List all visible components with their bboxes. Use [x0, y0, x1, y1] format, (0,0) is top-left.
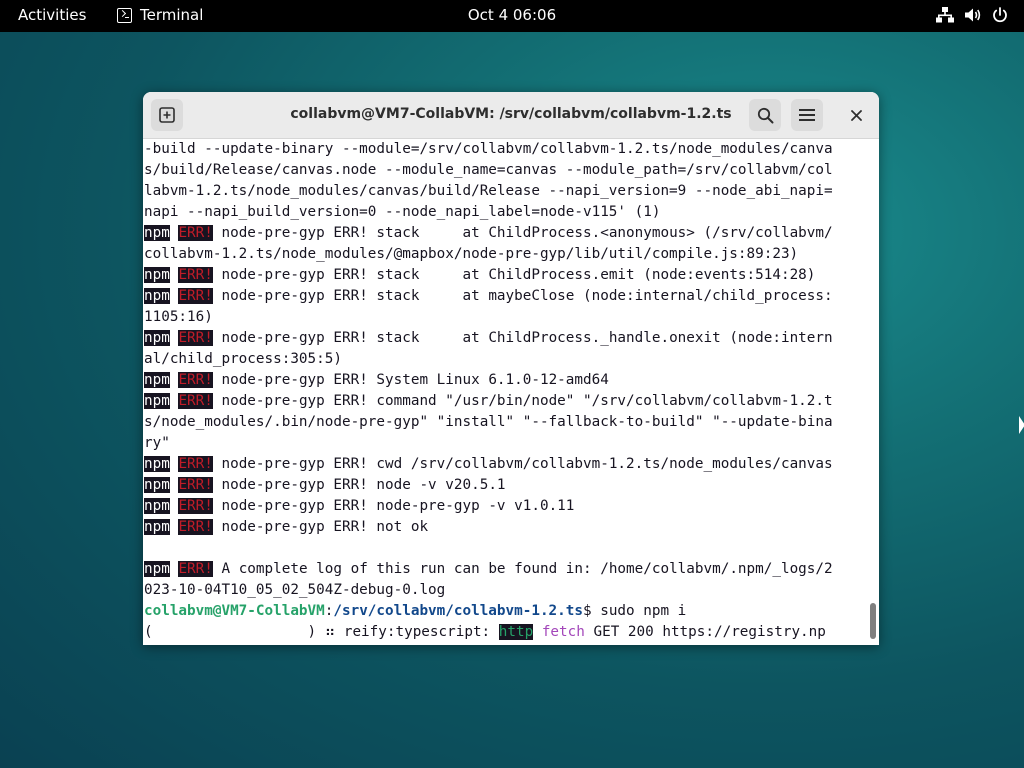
- line-text: node-pre-gyp ERR! stack at ChildProcess.…: [212, 330, 833, 346]
- npm-tag: npm: [144, 519, 170, 535]
- terminal-line: ( ) ⠶ reify:typescript: http fetch GET 2…: [144, 622, 864, 643]
- err-tag: ERR!: [178, 561, 213, 577]
- terminal-line: collabvm@VM7-CollabVM:/srv/collabvm/coll…: [144, 601, 864, 622]
- terminal-line: s/build/Release/canvas.node --module_nam…: [144, 162, 833, 178]
- terminal-output[interactable]: -build --update-binary --module=/srv/col…: [144, 139, 864, 645]
- terminal-line: npm ERR! node-pre-gyp ERR! node -v v20.5…: [144, 475, 864, 496]
- terminal-scrollbar[interactable]: [867, 139, 879, 645]
- terminal-line: npm ERR! node-pre-gyp ERR! System Linux …: [144, 370, 864, 391]
- terminal-line: npm ERR! node-pre-gyp ERR! stack at Chil…: [144, 223, 864, 244]
- err-tag: ERR!: [178, 519, 213, 535]
- close-button[interactable]: [840, 99, 872, 131]
- npm-tag: npm: [144, 267, 170, 283]
- terminal-line: npm ERR! A complete log of this run can …: [144, 559, 864, 580]
- search-icon: [757, 107, 773, 123]
- prompt-user: collabvm@VM7-CollabVM: [144, 603, 325, 619]
- progress-text: GET 200 https://registry.np: [584, 624, 826, 640]
- volume-icon[interactable]: [964, 7, 982, 23]
- line-text: node-pre-gyp ERR! node -v v20.5.1: [212, 477, 506, 493]
- terminal-line: npm ERR! node-pre-gyp ERR! stack at Chil…: [144, 328, 864, 349]
- terminal-line: collabvm-1.2.ts/node_modules/@mapbox/nod…: [144, 246, 799, 262]
- err-tag: ERR!: [178, 393, 213, 409]
- fetch-label: fetch: [541, 624, 585, 640]
- terminal-line: al/child_process:305:5): [144, 351, 342, 367]
- hamburger-menu-icon: [799, 109, 815, 121]
- npm-tag: npm: [144, 561, 170, 577]
- err-tag: ERR!: [178, 267, 213, 283]
- top-bar: Activities Terminal Oct 4 06:06: [0, 0, 1024, 32]
- line-text: node-pre-gyp ERR! stack at ChildProcess.…: [212, 225, 833, 241]
- progress-prefix: ( ) ⠶ reify:typescript:: [144, 624, 499, 640]
- terminal-line: labvm-1.2.ts/node_modules/canvas/build/R…: [144, 183, 833, 199]
- http-tag: http: [498, 624, 534, 640]
- npm-tag: npm: [144, 477, 170, 493]
- err-tag: ERR!: [178, 498, 213, 514]
- npm-tag: npm: [144, 330, 170, 346]
- npm-tag: npm: [144, 372, 170, 388]
- terminal-line: ry": [144, 435, 170, 451]
- scrollbar-thumb[interactable]: [870, 603, 876, 639]
- line-text: node-pre-gyp ERR! stack at maybeClose (n…: [212, 288, 833, 304]
- err-tag: ERR!: [178, 288, 213, 304]
- terminal-line: 023-10-04T10_05_02_504Z-debug-0.log: [144, 582, 446, 598]
- terminal-line: npm ERR! node-pre-gyp ERR! node-pre-gyp …: [144, 496, 864, 517]
- terminal-line: 1105:16): [144, 309, 213, 325]
- title-bar[interactable]: collabvm@VM7-CollabVM: /srv/collabvm/col…: [143, 92, 879, 139]
- line-text: node-pre-gyp ERR! command "/usr/bin/node…: [212, 393, 833, 409]
- prompt-path: /srv/collabvm/collabvm-1.2.ts: [333, 603, 583, 619]
- line-text: node-pre-gyp ERR! node-pre-gyp -v v1.0.1…: [212, 498, 575, 514]
- network-icon[interactable]: [936, 7, 954, 23]
- clock[interactable]: Oct 4 06:06: [0, 6, 1024, 24]
- npm-tag: npm: [144, 498, 170, 514]
- err-tag: ERR!: [178, 372, 213, 388]
- prompt-command: $ sudo npm i: [583, 603, 687, 619]
- err-tag: ERR!: [178, 477, 213, 493]
- terminal-window: collabvm@VM7-CollabVM: /srv/collabvm/col…: [143, 92, 879, 645]
- terminal-line: s/node_modules/.bin/node-pre-gyp" "insta…: [144, 414, 833, 430]
- line-text: node-pre-gyp ERR! cwd /srv/collabvm/coll…: [212, 456, 833, 472]
- menu-button[interactable]: [791, 99, 823, 131]
- system-tray[interactable]: [936, 7, 1008, 23]
- line-text: node-pre-gyp ERR! stack at ChildProcess.…: [212, 267, 816, 283]
- err-tag: ERR!: [178, 456, 213, 472]
- err-tag: ERR!: [178, 330, 213, 346]
- terminal-line: npm ERR! node-pre-gyp ERR! cwd /srv/coll…: [144, 454, 864, 475]
- err-tag: ERR!: [178, 225, 213, 241]
- terminal-line: npm ERR! node-pre-gyp ERR! stack at Chil…: [144, 265, 864, 286]
- terminal-line: npm ERR! node-pre-gyp ERR! not ok: [144, 517, 864, 538]
- terminal-line: -build --update-binary --module=/srv/col…: [144, 141, 833, 157]
- terminal-line: napi --napi_build_version=0 --node_napi_…: [144, 204, 661, 220]
- npm-tag: npm: [144, 225, 170, 241]
- npm-tag: npm: [144, 288, 170, 304]
- power-icon[interactable]: [992, 7, 1008, 23]
- terminal-line: npm ERR! node-pre-gyp ERR! stack at mayb…: [144, 286, 864, 307]
- line-text: A complete log of this run can be found …: [212, 561, 833, 577]
- line-text: node-pre-gyp ERR! System Linux 6.1.0-12-…: [212, 372, 609, 388]
- npm-tag: npm: [144, 393, 170, 409]
- terminal-line: npm ERR! node-pre-gyp ERR! command "/usr…: [144, 391, 864, 412]
- npm-tag: npm: [144, 456, 170, 472]
- line-text: node-pre-gyp ERR! not ok: [212, 519, 429, 535]
- mouse-cursor: [1019, 416, 1024, 434]
- close-icon: [850, 109, 862, 121]
- search-button[interactable]: [749, 99, 781, 131]
